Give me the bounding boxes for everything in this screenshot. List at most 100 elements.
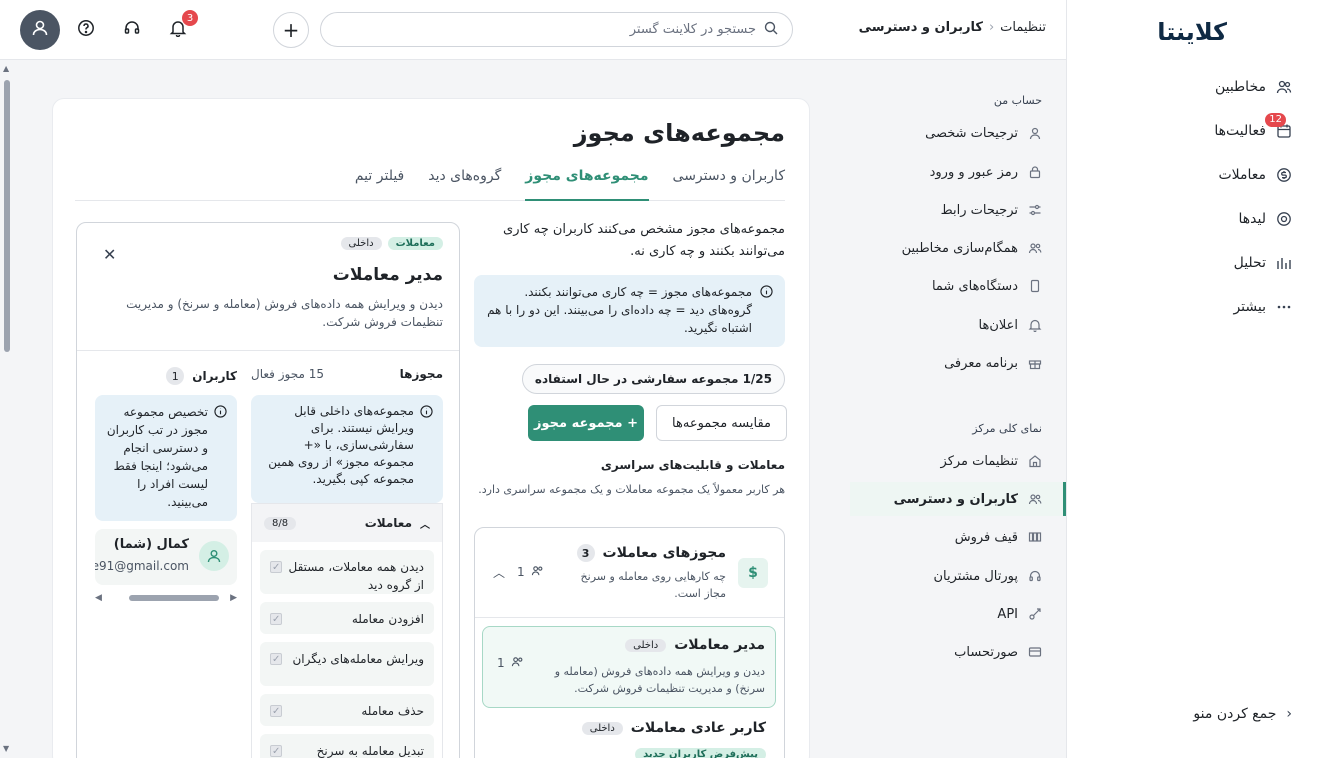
notifications-button[interactable]: 3 [166,10,198,42]
users-horizontal-scrollbar[interactable]: ▶ ◀ [95,593,237,603]
page-scrollbar[interactable]: ▲ ▼ [2,64,12,758]
help-button[interactable] [74,18,98,42]
group-title-text: مجوزهای معاملات [602,545,726,561]
panel-description: دیدن و ویرایش همه داده‌های فروش (معامله … [126,297,443,329]
permission-checkbox [270,703,282,721]
user-name: کمال (شما) [113,537,189,552]
role-card-deals-user[interactable]: کاربر عادی معاملات داخلی [581,720,766,736]
settings-item-center[interactable]: تنظیمات مرکز [850,444,1066,478]
settings-item-referral[interactable]: برنامه معرفی [850,346,1066,380]
scroll-down-icon[interactable]: ▼ [3,744,9,753]
settings-item-api[interactable]: API [850,597,1066,631]
notifications-badge: 3 [182,10,198,26]
permissions-header: مجوزها 15 مجوز فعال [251,367,443,381]
default-role-tag: پیش‌فرض کاربران جدید [635,746,766,758]
settings-item-label: API [997,606,1018,622]
panel-tags: معاملات داخلی [340,237,443,250]
settings-sidebar: حساب من ترجیحات شخصی رمز عبور و ورود ترج… [836,62,1066,758]
users-icon [1276,79,1292,95]
users-header: کاربران 1 [166,367,237,385]
phone-icon [1028,279,1042,293]
users-count: 1 [166,367,185,385]
tab-team-filter[interactable]: فیلتر تیم [355,165,404,201]
scroll-right-icon[interactable]: ▶ [230,593,237,603]
user-avatar-icon [199,541,229,571]
add-button[interactable]: + [273,12,309,48]
users-column: کاربران 1 تخصیص مجموعه مجوز در تب کاربرا… [93,361,237,661]
role-users-count: 1 [497,656,505,670]
sliders-icon [1028,203,1042,217]
settings-item-customer-portal[interactable]: پورتال مشتریان [850,559,1066,593]
group-description: چه کارهایی روی معامله و سرنخ مجاز است. [580,570,726,600]
permission-item: حذف معامله [260,694,434,726]
nav-item-label: معاملات [1218,167,1266,183]
usage-pill: 1/25 مجموعه سفارشی در حال استفاده [521,364,785,394]
compare-sets-button[interactable]: مقایسه مجموعه‌ها [656,405,787,441]
info-icon [760,285,773,339]
permission-label: تبدیل معامله به سرنخ [316,744,424,758]
avatar[interactable] [20,10,60,50]
permission-label: ویرایش معامله‌های دیگران [292,652,424,666]
settings-item-personal[interactable]: ترجیحات شخصی [850,116,1066,150]
section-heading-account: حساب من [993,94,1042,107]
settings-item-label: کاربران و دسترسی [893,491,1018,507]
headset-icon [123,19,141,41]
users-icon [511,655,524,671]
category-tag: معاملات [387,237,443,250]
scroll-up-icon[interactable]: ▲ [3,64,9,73]
user-icon [1028,126,1042,140]
scrollbar-thumb[interactable] [4,80,10,352]
users-label: کاربران [192,369,237,383]
search-input[interactable]: جستجو در کلاینت گستر [320,12,793,47]
settings-item-contact-sync[interactable]: همگام‌سازی مخاطبین [850,231,1066,265]
breadcrumb-root[interactable]: تنظیمات [1000,20,1046,35]
permission-checkbox [270,651,282,669]
tab-permission-sets[interactable]: مجموعه‌های مجوز [525,165,649,201]
panel-title: مدیر معاملات [332,265,443,285]
settings-item-devices[interactable]: دستگاه‌های شما [850,269,1066,303]
permission-sets-card: مجموعه‌های مجوز کاربران و دسترسی مجموعه‌… [52,98,810,758]
permission-group-deals: $ مجوزهای معاملات 3 چه کارهایی روی معامل… [474,527,785,758]
settings-item-label: قیف فروش [954,529,1018,545]
scrollbar-thumb[interactable] [129,595,219,601]
nav-item-leads[interactable]: لیدها [1239,207,1293,231]
user-card[interactable]: کمال (شما) e91@gmail.com [95,529,237,585]
settings-item-interface[interactable]: ترجیحات رابط [850,193,1066,227]
breadcrumb-current: کاربران و دسترسی [858,20,983,35]
search-placeholder: جستجو در کلاینت گستر [629,22,756,37]
permission-checkbox [270,559,282,577]
permission-category: ︿ معاملات 8/8 دیدن همه معاملات، مستقل از… [251,503,443,758]
new-permission-set-button[interactable]: + مجموعه مجوز [528,405,644,441]
scroll-left-icon[interactable]: ◀ [95,593,102,603]
chevron-up-icon[interactable]: ︿ [493,564,505,581]
permission-label: حذف معامله [361,704,424,718]
coin-icon [1276,167,1292,183]
nav-item-label: لیدها [1238,211,1267,227]
nav-item-deals[interactable]: معاملات [1218,163,1292,187]
breadcrumb-separator-icon: ‹ [988,20,995,35]
role-card-deals-admin[interactable]: مدیر معاملات داخلی دیدن و ویرایش همه داد… [482,626,776,708]
card-icon [1028,645,1042,659]
settings-item-pipeline[interactable]: قیف فروش [850,520,1066,554]
collapse-menu-button[interactable]: ‹ جمع کردن منو [1193,706,1292,722]
group-users: 1 [517,564,544,580]
category-header[interactable]: ︿ معاملات 8/8 [252,504,442,542]
lock-icon [1028,165,1042,179]
settings-item-label: صورتحساب [954,644,1018,660]
brand-logo[interactable]: کلاینتا [1157,18,1227,46]
tab-visibility-groups[interactable]: گروه‌های دید [428,165,501,201]
settings-item-label: پورتال مشتریان [933,568,1018,584]
group-header[interactable]: $ مجوزهای معاملات 3 چه کارهایی روی معامل… [475,528,784,618]
settings-item-notifications[interactable]: اعلان‌ها [850,308,1066,342]
nav-item-analytics[interactable]: تحلیل [1234,251,1292,275]
chevron-left-icon: ‹ [1286,706,1292,722]
settings-item-password[interactable]: رمز عبور و ورود [850,155,1066,189]
nav-item-more[interactable]: بیشتر [1233,295,1292,319]
tab-users-access[interactable]: کاربران و دسترسی [673,165,785,201]
settings-item-users-access[interactable]: کاربران و دسترسی [850,482,1066,516]
nav-item-contacts[interactable]: مخاطبین [1215,75,1292,99]
close-icon[interactable]: ✕ [103,245,116,264]
support-button[interactable] [120,18,144,42]
settings-item-billing[interactable]: صورتحساب [850,635,1066,669]
nav-item-activities[interactable]: 12 فعالیت‌ها [1214,113,1292,143]
